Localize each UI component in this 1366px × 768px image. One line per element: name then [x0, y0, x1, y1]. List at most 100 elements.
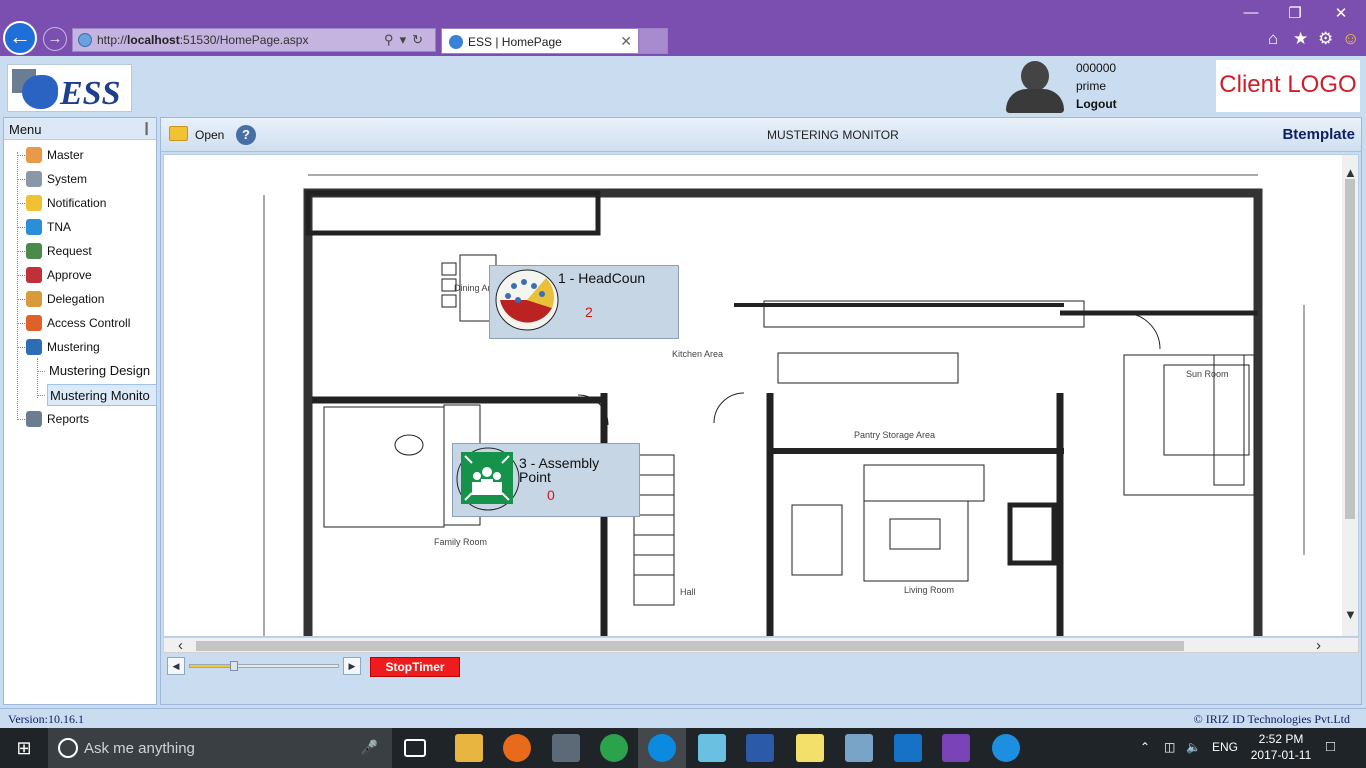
horizontal-scroll-thumb[interactable] [196, 641, 1184, 651]
file-explorer-icon[interactable] [455, 734, 483, 762]
slider-track[interactable] [189, 661, 339, 671]
notes-app-icon[interactable] [698, 734, 726, 762]
favorites-star-icon[interactable]: ★ [1293, 29, 1308, 49]
tree-branch [17, 275, 25, 276]
address-bar[interactable]: http://localhost:51530/HomePage.aspx ⚲▾↻ [72, 28, 436, 52]
vertical-scrollbar[interactable]: ▲ ▼ [1342, 155, 1358, 636]
zone-assembly-point[interactable]: 3 - Assembly Point 0 [452, 443, 640, 517]
sticky-notes-icon[interactable] [796, 734, 824, 762]
sidebar-item-system[interactable]: System [4, 168, 156, 190]
template-name: Btemplate [1282, 126, 1355, 143]
network-icon[interactable]: ◫ [1164, 740, 1175, 754]
close-tab-icon[interactable]: ✕ [620, 33, 632, 50]
sidebar-item-request[interactable]: Request [4, 240, 156, 262]
request-icon [26, 243, 42, 259]
volume-icon[interactable]: 🔈 [1186, 740, 1201, 754]
sidebar-item-tna[interactable]: TNA [4, 216, 156, 238]
scroll-down-icon[interactable]: ▼ [1344, 607, 1357, 622]
taskbar-clock[interactable]: 2:52 PM 2017-01-11 [1250, 731, 1312, 763]
door-icon [26, 315, 42, 331]
search-icon[interactable]: ⚲▾↻ [384, 32, 429, 48]
settings-gear-icon[interactable]: ⚙ [1318, 29, 1333, 49]
task-view-icon[interactable] [404, 739, 426, 757]
sidebar-item-mustering-monitor[interactable]: Mustering Monito [47, 384, 157, 406]
sidebar-item-label: Access Controll [47, 316, 131, 330]
zoom-slider[interactable]: ◀ ▶ [167, 657, 362, 675]
logo-head-icon [22, 75, 58, 109]
floorplan-canvas[interactable]: Dining Area Kitchen Area Pantry Storage … [163, 154, 1359, 637]
sidebar-menu: Menu ❙ Master System Notification TNA Reques… [3, 117, 157, 705]
slider-thumb[interactable] [230, 661, 238, 671]
open-button[interactable]: Open [195, 128, 224, 142]
kitchen-island [777, 352, 959, 384]
scroll-left-icon[interactable]: ‹ [178, 637, 183, 654]
action-center-icon[interactable]: □ [1326, 738, 1335, 755]
help-icon[interactable]: ? [236, 125, 256, 145]
language-indicator[interactable]: ENG [1212, 740, 1238, 754]
tools-app-icon[interactable] [552, 734, 580, 762]
smiley-icon[interactable]: ☺ [1342, 29, 1359, 49]
scroll-right-icon[interactable]: › [1316, 637, 1321, 654]
internet-explorer-icon[interactable] [992, 734, 1020, 762]
sidebar-item-mustering[interactable]: Mustering [4, 336, 156, 358]
slider-decrease-icon[interactable]: ◀ [167, 657, 185, 675]
living-sofa-top [863, 464, 985, 502]
sidebar-item-master[interactable]: Master [4, 144, 156, 166]
cortana-search-box[interactable]: Ask me anything 🎤 [48, 728, 392, 768]
pin-icon[interactable]: ❙ [141, 120, 152, 136]
forward-button[interactable]: → [43, 27, 67, 51]
sidebar-title: Menu [9, 122, 42, 137]
tree-connector-sub [37, 358, 38, 398]
microphone-icon[interactable]: 🎤 [361, 739, 378, 756]
wall-top-left [305, 190, 601, 236]
horizontal-scrollbar[interactable]: ‹ › [163, 637, 1359, 654]
version-label: Version:10.16.1 [8, 712, 84, 726]
floorplan-drawing: Dining Area Kitchen Area Pantry Storage … [263, 174, 1305, 636]
outlook-icon[interactable] [894, 734, 922, 762]
zone-count: 0 [547, 487, 555, 503]
sidebar-item-label: Request [47, 244, 92, 258]
network-app-icon[interactable] [845, 734, 873, 762]
vertical-scroll-thumb[interactable] [1345, 179, 1355, 519]
room-label-pantry: Pantry Storage Area [854, 430, 935, 440]
scroll-up-icon[interactable]: ▲ [1344, 165, 1357, 180]
room-label-family: Family Room [434, 537, 487, 547]
logout-link[interactable]: Logout [1076, 95, 1117, 113]
tab-homepage[interactable]: ESS | HomePage ✕ [441, 28, 639, 54]
user-name: prime [1076, 79, 1107, 93]
open-folder-icon[interactable] [169, 126, 188, 141]
tray-chevron-icon[interactable]: ⌃ [1140, 740, 1150, 754]
sidebar-item-mustering-design[interactable]: Mustering Design [47, 360, 157, 382]
sidebar-item-reports[interactable]: Reports [4, 408, 156, 430]
sidebar-item-label: Delegation [47, 292, 105, 306]
bathroom [323, 406, 445, 528]
tree-branch [17, 155, 25, 156]
chrome-icon[interactable] [600, 734, 628, 762]
sidebar-item-notification[interactable]: Notification [4, 192, 156, 214]
new-tab-button[interactable] [639, 28, 668, 54]
zone-headcount[interactable]: 1 - HeadCoun 2 [489, 265, 679, 339]
url-rest: :51530/HomePage.aspx [179, 33, 309, 47]
word-icon[interactable] [746, 734, 774, 762]
visual-studio-icon[interactable] [942, 734, 970, 762]
check-icon [26, 267, 42, 283]
outer-wall [303, 188, 1263, 636]
sidebar-item-access-controll[interactable]: Access Controll [4, 312, 156, 334]
minimize-icon[interactable]: — [1236, 4, 1266, 21]
stop-timer-button[interactable]: StopTimer [370, 657, 460, 677]
windows-start-icon[interactable]: ⊞ [0, 728, 48, 768]
ess-logo: ESS [7, 64, 132, 112]
restore-icon[interactable]: ❐ [1280, 4, 1310, 22]
skype-icon[interactable] [648, 734, 676, 762]
report-icon [26, 411, 42, 427]
sidebar-header: Menu ❙ [4, 118, 156, 140]
firefox-icon[interactable] [503, 734, 531, 762]
sidebar-item-approve[interactable]: Approve [4, 264, 156, 286]
sidebar-item-delegation[interactable]: Delegation [4, 288, 156, 310]
slider-increase-icon[interactable]: ▶ [343, 657, 361, 675]
monitor-icon [26, 339, 42, 355]
close-window-icon[interactable]: ✕ [1326, 4, 1356, 22]
home-icon[interactable]: ⌂ [1268, 29, 1278, 49]
back-button[interactable]: ← [3, 21, 37, 55]
copyright-label: © IRIZ ID Technologies Pvt.Ltd [1193, 712, 1350, 726]
